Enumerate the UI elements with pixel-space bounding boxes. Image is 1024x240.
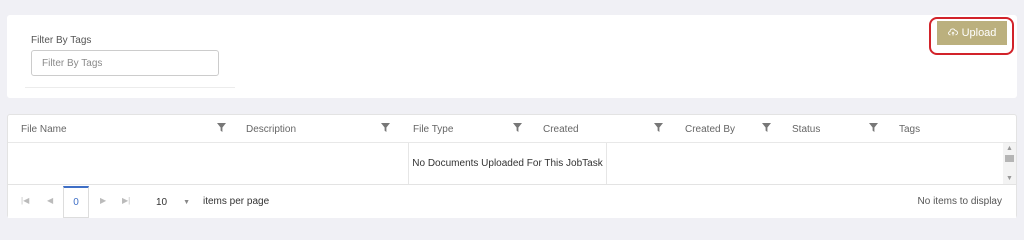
scroll-up-icon[interactable]: ▲: [1003, 144, 1016, 153]
column-header-file-name[interactable]: File Name: [21, 124, 67, 135]
documents-grid: File Name Description File Type Created …: [7, 114, 1017, 218]
filter-panel: Filter By Tags: [7, 15, 1017, 98]
pager: |◀ ◀ 0 ▶ ▶| 10 ▼ items per page No items…: [8, 184, 1016, 218]
last-page-icon[interactable]: ▶|: [122, 196, 130, 205]
filter-icon[interactable]: [513, 123, 522, 132]
next-page-icon[interactable]: ▶: [100, 196, 106, 205]
filter-icon[interactable]: [381, 123, 390, 132]
scroll-down-icon[interactable]: ▼: [1003, 174, 1016, 183]
upload-label: Upload: [961, 27, 997, 39]
column-header-created-by[interactable]: Created By: [685, 124, 735, 135]
column-header-created[interactable]: Created: [543, 124, 579, 135]
filter-icon[interactable]: [762, 123, 771, 132]
filter-icon[interactable]: [217, 123, 226, 132]
vertical-scrollbar[interactable]: ▲ ▼: [1003, 143, 1016, 184]
column-header-status[interactable]: Status: [792, 124, 820, 135]
pager-info: No items to display: [917, 196, 1002, 207]
prev-page-icon[interactable]: ◀: [47, 196, 53, 205]
page-size-value: 10: [156, 196, 168, 208]
no-records-message: No Documents Uploaded For This JobTask: [408, 143, 607, 184]
filter-tags-input[interactable]: [31, 50, 219, 76]
grid-header: File Name Description File Type Created …: [8, 115, 1016, 143]
column-header-tags[interactable]: Tags: [899, 124, 920, 135]
column-header-file-type[interactable]: File Type: [413, 124, 453, 135]
divider: [25, 87, 235, 88]
filter-icon[interactable]: [654, 123, 663, 132]
filter-label: Filter By Tags: [31, 35, 92, 46]
chevron-down-icon: ▼: [183, 198, 190, 206]
upload-button[interactable]: Upload: [937, 21, 1007, 45]
column-header-description[interactable]: Description: [246, 124, 296, 135]
filter-icon[interactable]: [869, 123, 878, 132]
scrollbar-thumb[interactable]: [1005, 155, 1014, 162]
cloud-upload-icon: [947, 27, 958, 40]
first-page-icon[interactable]: |◀: [21, 196, 29, 205]
page-size-label: items per page: [203, 196, 270, 207]
page-number-current[interactable]: 0: [63, 186, 89, 218]
page-size-select[interactable]: 10 ▼: [148, 191, 198, 213]
